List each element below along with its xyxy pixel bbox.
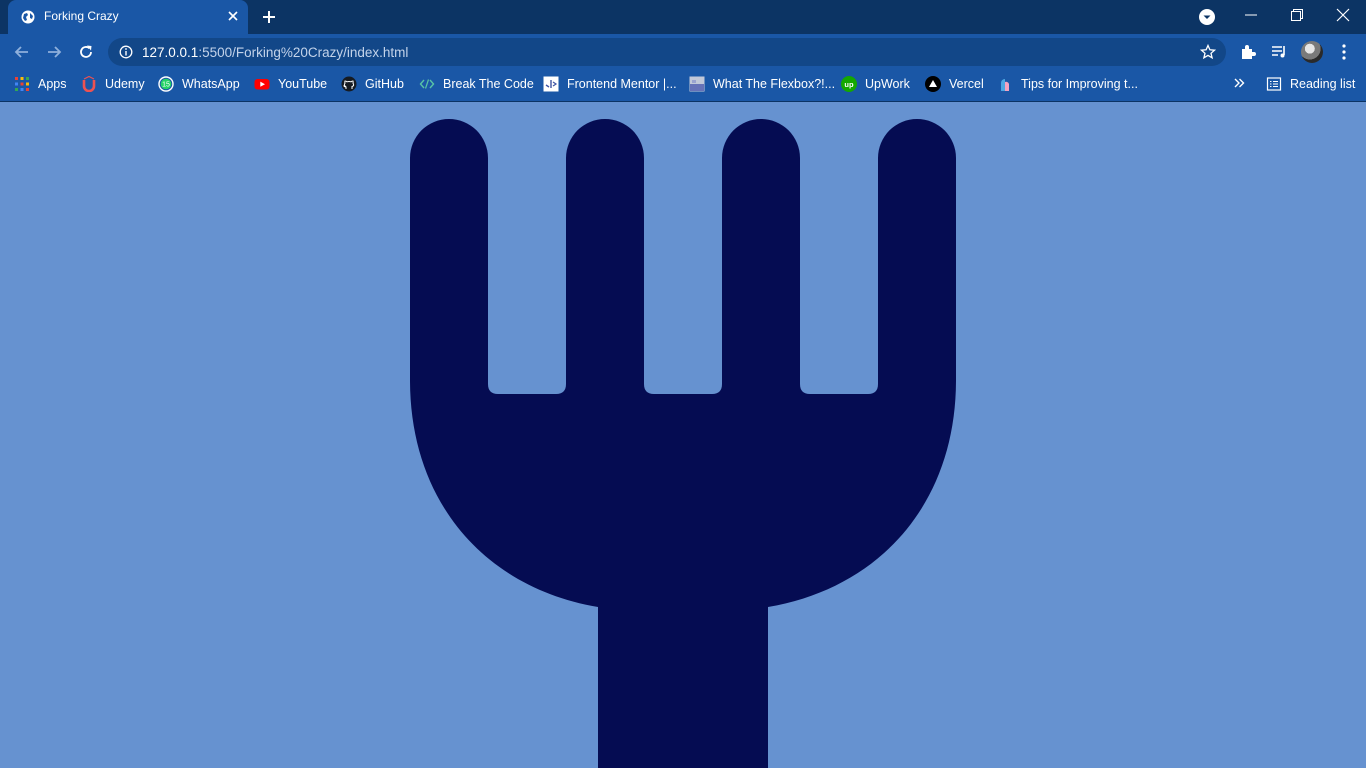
close-tab-icon[interactable] xyxy=(226,9,240,23)
frontend-mentor-icon xyxy=(543,76,559,92)
bookmark-github[interactable]: GitHub xyxy=(341,70,404,98)
bookmarks-bar: Apps Udemy 15 WhatsApp YouTube GitHub Br… xyxy=(0,70,1366,102)
info-icon[interactable] xyxy=(119,45,133,59)
bookmark-label: UpWork xyxy=(865,77,910,91)
browser-titlebar: Forking Crazy xyxy=(0,0,1366,34)
flexbox-icon xyxy=(689,76,705,92)
reading-list-icon xyxy=(1266,77,1282,91)
bookmark-label: YouTube xyxy=(278,77,328,91)
bookmark-label: GitHub xyxy=(365,77,404,91)
bookmark-label: WhatsApp xyxy=(182,77,240,91)
bookmark-flexbox[interactable]: What The Flexbox?!... xyxy=(689,70,835,98)
upwork-icon: up xyxy=(841,76,857,92)
bookmark-upwork[interactable]: up UpWork xyxy=(841,70,910,98)
bookmark-label: Vercel xyxy=(949,77,984,91)
menu-kebab-icon[interactable] xyxy=(1338,43,1350,61)
bookmark-star-icon[interactable] xyxy=(1200,44,1216,60)
bookmark-label: Apps xyxy=(38,77,67,91)
url-path: :5500/Forking%20Crazy/index.html xyxy=(198,45,409,60)
close-window-button[interactable] xyxy=(1320,0,1366,32)
new-tab-icon[interactable] xyxy=(261,9,277,25)
reading-list-label: Reading list xyxy=(1290,77,1356,91)
bookmark-frontend-mentor[interactable]: Frontend Mentor |... xyxy=(543,70,677,98)
apps-grid-icon xyxy=(15,77,29,91)
profile-avatar[interactable] xyxy=(1301,41,1323,63)
bookmark-label: Break The Code xyxy=(443,77,534,91)
tab-search-icon[interactable] xyxy=(1198,8,1216,26)
fork-illustration xyxy=(410,119,956,768)
github-icon xyxy=(341,76,357,92)
bookmark-label: What The Flexbox?!... xyxy=(713,77,836,91)
close-icon xyxy=(1336,8,1350,22)
forward-arrow-icon[interactable] xyxy=(44,42,64,62)
url-text: 127.0.0.1:5500/Forking%20Crazy/index.htm… xyxy=(142,45,408,60)
extensions-puzzle-icon[interactable] xyxy=(1239,43,1257,61)
bookmark-tips[interactable]: Tips for Improving t... xyxy=(997,70,1138,98)
minimize-icon xyxy=(1245,14,1257,16)
bookmark-break-the-code[interactable]: Break The Code xyxy=(419,70,534,98)
bookmark-udemy[interactable]: Udemy xyxy=(81,70,145,98)
chevron-double-right-icon[interactable] xyxy=(1232,76,1246,90)
youtube-icon xyxy=(254,79,270,90)
bookmark-whatsapp[interactable]: 15 WhatsApp xyxy=(158,70,240,98)
bookmark-apps[interactable]: Apps xyxy=(14,70,67,98)
media-control-icon[interactable] xyxy=(1270,43,1288,61)
browser-toolbar: 127.0.0.1:5500/Forking%20Crazy/index.htm… xyxy=(0,34,1366,70)
globe-icon xyxy=(21,10,35,24)
whatsapp-icon: 15 xyxy=(158,76,174,92)
udemy-icon xyxy=(82,76,96,92)
reload-icon[interactable] xyxy=(76,42,96,62)
address-bar[interactable]: 127.0.0.1:5500/Forking%20Crazy/index.htm… xyxy=(108,38,1226,66)
url-host: 127.0.0.1 xyxy=(142,45,199,60)
upwork-icon-text: up xyxy=(844,80,854,89)
fork-shape xyxy=(410,119,956,768)
code-icon xyxy=(419,79,435,89)
bookmark-vercel[interactable]: Vercel xyxy=(925,70,984,98)
page-viewport xyxy=(0,103,1366,768)
browser-tab-active[interactable]: Forking Crazy xyxy=(8,0,248,34)
tab-title: Forking Crazy xyxy=(44,9,119,23)
bookmark-label: Tips for Improving t... xyxy=(1021,77,1138,91)
minimize-button[interactable] xyxy=(1228,0,1274,32)
bookmark-youtube[interactable]: YouTube xyxy=(254,70,327,98)
tips-icon xyxy=(1001,79,1009,91)
restore-icon xyxy=(1291,9,1303,21)
back-arrow-icon[interactable] xyxy=(12,42,32,62)
reading-list-button[interactable]: Reading list xyxy=(1266,70,1355,98)
whatsapp-badge: 15 xyxy=(162,82,170,89)
vercel-icon xyxy=(925,76,941,92)
restore-button[interactable] xyxy=(1274,0,1320,32)
bookmark-label: Frontend Mentor |... xyxy=(567,77,677,91)
bookmark-label: Udemy xyxy=(105,77,145,91)
